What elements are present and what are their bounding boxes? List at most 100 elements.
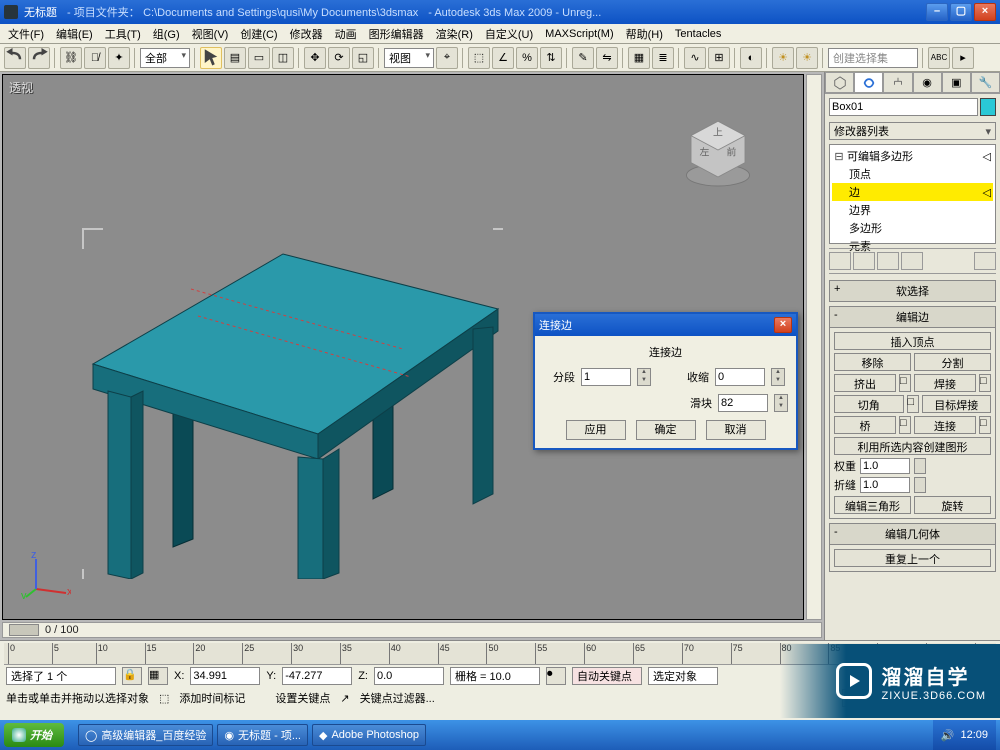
slide-spinner[interactable]: ▲▼ [774,394,788,412]
weld-button[interactable]: 焊接 [914,374,976,392]
rect-select-button[interactable]: ▭ [248,47,270,69]
edit-tri-button[interactable]: 编辑三角形 [834,496,911,514]
chamfer-button[interactable]: 切角 [834,395,904,413]
menu-edit[interactable]: 编辑(E) [52,24,97,44]
angle-snap-button[interactable]: ∠ [492,47,514,69]
autokey-toggle[interactable]: ⏺ [546,667,566,685]
bridge-settings-button[interactable]: □ [899,416,911,434]
maximize-button[interactable]: ▢ [950,3,972,21]
connect-settings-button[interactable]: □ [979,416,991,434]
viewport-scrollbar-vertical[interactable] [806,74,822,620]
dialog-apply-button[interactable]: 应用 [566,420,626,440]
object-name-input[interactable] [829,98,978,116]
edit-named-sel-button[interactable]: ✎ [572,47,594,69]
menu-view[interactable]: 视图(V) [188,24,233,44]
key-filters-expand[interactable]: ↗ [340,692,349,705]
menu-create[interactable]: 创建(C) [236,24,281,44]
task-item-2[interactable]: ◉ 无标题 - 项... [217,724,308,746]
remove-button[interactable]: 移除 [834,353,911,371]
window-crossing-button[interactable]: ◫ [272,47,294,69]
rollout-soft-selection-header[interactable]: +软选择 [829,280,996,302]
named-selection-input[interactable]: 创建选择集 [828,48,918,68]
extrude-button[interactable]: 挤出 [834,374,896,392]
configure-sets-button[interactable] [974,252,996,270]
menu-customize[interactable]: 自定义(U) [481,24,537,44]
weld-settings-button[interactable]: □ [979,374,991,392]
modify-tab[interactable] [854,72,883,93]
key-filters-button[interactable]: 关键点过滤器... [360,690,435,706]
start-button[interactable]: 开始 [4,723,64,747]
pin-stack-button[interactable] [829,252,851,270]
align-button[interactable]: ▦ [628,47,650,69]
select-object-button[interactable] [200,47,222,69]
motion-tab[interactable]: ◉ [913,72,942,93]
percent-snap-button[interactable]: % [516,47,538,69]
scale-button[interactable]: ◱ [352,47,374,69]
mirror-button[interactable]: ⇋ [596,47,618,69]
target-weld-button[interactable]: 目标焊接 [922,395,992,413]
z-input[interactable] [374,667,444,685]
curve-editor-button[interactable]: ∿ [684,47,706,69]
layers-button[interactable]: ≣ [652,47,674,69]
stack-polygon[interactable]: 多边形 [832,219,993,237]
slide-input[interactable] [718,394,768,412]
dialog-cancel-button[interactable]: 取消 [706,420,766,440]
pinch-spinner[interactable]: ▲▼ [771,368,785,386]
connect-button[interactable]: 连接 [914,416,976,434]
lock-selection-button[interactable]: 🔒 [122,667,142,685]
utilities-tab[interactable]: 🔧 [971,72,1000,93]
stack-border[interactable]: 边界 [832,201,993,219]
task-item-3[interactable]: ◆ Adobe Photoshop [312,724,426,746]
render-setup-button[interactable]: ☀ [772,47,794,69]
redo-button[interactable] [28,47,50,69]
crease-input[interactable] [860,477,910,493]
task-item-1[interactable]: ◯ 高级编辑器_百度经验 [78,724,213,746]
menu-modifier[interactable]: 修改器 [286,24,327,44]
chamfer-settings-button[interactable]: □ [907,395,919,413]
extrude-settings-button[interactable]: □ [899,374,911,392]
schematic-view-button[interactable]: ⊞ [708,47,730,69]
menu-help[interactable]: 帮助(H) [622,24,667,44]
close-button[interactable]: × [974,3,996,21]
toggle-button[interactable]: ▸ [952,47,974,69]
select-by-name-button[interactable]: ▤ [224,47,246,69]
rotate-button[interactable]: ⟳ [328,47,350,69]
modifier-list-combo[interactable]: 修改器列表 [829,122,996,140]
menu-tools[interactable]: 工具(T) [101,24,145,44]
make-unique-button[interactable] [877,252,899,270]
keymode-combo[interactable]: 选定对象 [648,667,718,685]
remove-modifier-button[interactable] [901,252,923,270]
repeat-last-button[interactable]: 重复上一个 [834,549,991,567]
stack-vertex[interactable]: 顶点 [832,165,993,183]
crease-spinner[interactable] [914,477,926,493]
stack-edge[interactable]: 边◁ [832,183,993,201]
setkey-button[interactable]: 设置关键点 [275,690,330,706]
rotate-tri-button[interactable]: 旋转 [914,496,991,514]
menu-render[interactable]: 渲染(R) [432,24,477,44]
menu-file[interactable]: 文件(F) [4,24,48,44]
material-editor-button[interactable]: ◐ [740,47,762,69]
modifier-stack[interactable]: ⊟可编辑多边形◁ 顶点 边◁ 边界 多边形 元素 [829,144,996,244]
show-end-result-button[interactable] [853,252,875,270]
undo-button[interactable] [4,47,26,69]
system-tray[interactable]: 🔊 12:09 [933,720,996,750]
bind-to-space-button[interactable]: ✦ [108,47,130,69]
menu-tentacles[interactable]: Tentacles [671,26,725,42]
x-input[interactable] [190,667,260,685]
snap-toggle-button[interactable]: ⬚ [468,47,490,69]
insert-vertex-button[interactable]: 插入顶点 [834,332,991,350]
isolate-button[interactable]: ▦ [148,667,168,685]
minimize-button[interactable]: – [926,3,948,21]
table-mesh[interactable] [73,159,503,579]
menu-maxscript[interactable]: MAXScript(M) [541,26,617,42]
viewport-scrollbar-horizontal[interactable]: 0 / 100 [2,622,822,638]
create-shape-button[interactable]: 利用所选内容创建图形 [834,437,991,455]
stack-root[interactable]: ⊟可编辑多边形◁ [832,147,993,165]
menu-animation[interactable]: 动画 [331,24,361,44]
rollout-edit-edge-header[interactable]: -编辑边 [829,306,996,328]
move-button[interactable]: ✥ [304,47,326,69]
split-button[interactable]: 分割 [914,353,991,371]
abc-button[interactable]: ABC [928,47,950,69]
bridge-button[interactable]: 桥 [834,416,896,434]
tray-icon[interactable]: 🔊 [941,729,955,742]
